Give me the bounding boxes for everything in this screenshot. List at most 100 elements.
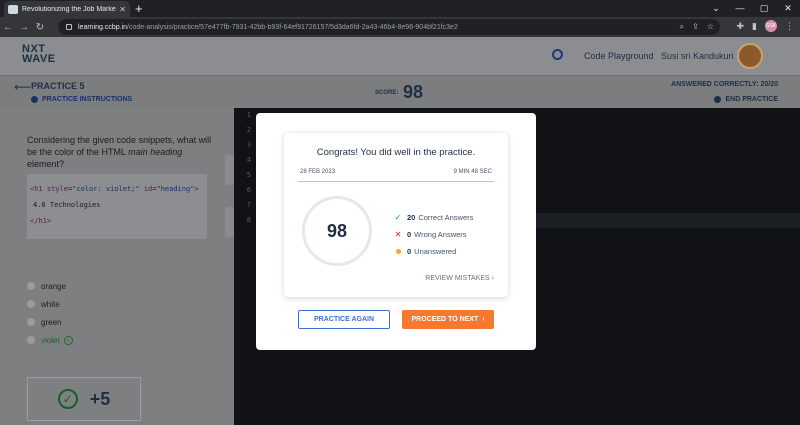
review-mistakes-link[interactable]: REVIEW MISTAKES › <box>425 275 494 282</box>
browser-toolbar: ← → ↻ learning.ccbp.in /code-analysis/pr… <box>0 17 800 37</box>
end-practice-label: END PRACTICE <box>725 96 778 103</box>
option-label: violet <box>41 335 60 345</box>
new-tab-icon[interactable]: + <box>135 1 143 16</box>
forward-icon[interactable]: → <box>16 22 32 33</box>
cross-icon: ✕ <box>394 230 402 239</box>
back-icon[interactable]: ← <box>0 22 16 33</box>
instructions-label: PRACTICE INSTRUCTIONS <box>42 96 133 103</box>
close-icon[interactable]: ✕ <box>119 5 126 14</box>
stat-label: Correct Answers <box>418 213 474 222</box>
radio-icon[interactable] <box>27 336 35 344</box>
code-token: > <box>194 185 199 193</box>
panel-resize-handle[interactable] <box>225 155 234 185</box>
end-practice-button[interactable]: END PRACTICE <box>714 96 778 103</box>
info-icon <box>31 96 38 103</box>
line-number: 8 <box>246 216 251 224</box>
question-panel: Considering the given code snippets, wha… <box>0 108 234 425</box>
reload-icon[interactable]: ↻ <box>32 22 48 33</box>
menu-kebab-icon[interactable]: ⋮ <box>785 21 794 32</box>
radio-icon[interactable] <box>27 282 35 290</box>
stat-label: Unanswered <box>414 247 457 256</box>
option-label: orange <box>41 281 66 291</box>
practice-bar: ⟵ PRACTICE 5 PRACTICE INSTRUCTIONS SCORE… <box>0 75 800 107</box>
maximize-icon[interactable]: ▢ <box>752 2 776 15</box>
option-label: white <box>41 299 60 309</box>
user-name[interactable]: Susi sri Kandukuri <box>661 51 734 61</box>
bookmark-star-icon[interactable]: ☆ <box>707 22 714 32</box>
stat-unanswered: 0 Unanswered <box>394 243 473 260</box>
extensions-icon[interactable]: ✚ <box>737 21 745 32</box>
stop-icon <box>714 96 722 103</box>
sidebar-icon[interactable]: ▮ <box>752 21 757 32</box>
option-orange[interactable]: orange <box>27 277 73 295</box>
proceed-to-next-button[interactable]: PROCEED TO NEXT › <box>402 310 494 329</box>
proceed-label: PROCEED TO NEXT <box>411 316 479 323</box>
code-playground-link[interactable]: Code Playground <box>584 51 654 61</box>
divider <box>298 181 494 182</box>
browser-actions: ✚ ▮ SSK ⋮ <box>737 20 794 32</box>
code-token: style <box>46 185 68 193</box>
stat-count: 0 <box>407 247 412 256</box>
code-line: </h1> <box>30 217 52 225</box>
back-arrow-icon[interactable]: ⟵ <box>14 80 31 94</box>
avatar[interactable] <box>737 43 763 69</box>
result-date: 28 FEB 2023 <box>300 169 336 175</box>
app-header: NXT WAVE Code Playground Susi sri Kanduk… <box>0 37 800 75</box>
score-value: 98 <box>403 82 424 102</box>
stat-correct: ✓ 20 Correct Answers <box>394 209 474 226</box>
result-meta: 28 FEB 2023 9 MIN 48 SEC <box>300 169 492 175</box>
lock-icon[interactable] <box>66 24 72 30</box>
close-window-icon[interactable]: ✕ <box>776 2 800 15</box>
review-mistakes-label: REVIEW MISTAKES <box>425 275 490 282</box>
address-bar[interactable]: learning.ccbp.in /code-analysis/practice… <box>58 19 720 35</box>
line-number-gutter: 1 2 3 4 5 6 7 8 <box>234 108 256 425</box>
result-duration: 9 MIN 48 SEC <box>453 169 492 175</box>
nxtwave-logo[interactable]: NXT WAVE <box>22 44 56 65</box>
code-token: id <box>143 185 153 193</box>
result-stats: ✓ 20 Correct Answers ✕ 0 Wrong Answers 0… <box>394 209 474 260</box>
line-number: 2 <box>246 126 251 134</box>
practice-again-button[interactable]: PRACTICE AGAIN <box>298 310 390 329</box>
check-circle-icon: ✓ <box>57 389 78 409</box>
url-path: /code-analysis/practice/57e477fb-7931-42… <box>127 23 458 31</box>
question-text-part: Considering the given code snippets, wha… <box>27 135 212 157</box>
option-white[interactable]: white <box>27 295 73 313</box>
browser-tab[interactable]: Revolutionizing the Job Market | ✕ <box>4 1 130 17</box>
radio-icon[interactable] <box>27 300 35 308</box>
chevron-right-icon: › <box>480 316 485 323</box>
option-violet[interactable]: violet ✓ <box>27 331 73 349</box>
check-circle-icon: ✓ <box>63 335 73 345</box>
results-modal: Congrats! You did well in the practice. … <box>256 113 536 350</box>
code-line: <h1 style="color: violet;" id="heading"> <box>30 185 199 193</box>
line-number: 1 <box>246 111 251 119</box>
profile-avatar[interactable]: SSK <box>765 20 777 32</box>
share-icon[interactable]: ⇪ <box>692 22 699 32</box>
line-number: 3 <box>246 141 251 149</box>
line-number: 6 <box>246 186 251 194</box>
answer-options: orange white green violet ✓ <box>27 277 73 349</box>
radio-icon[interactable] <box>27 318 35 326</box>
line-number: 5 <box>246 171 251 179</box>
chevron-right-icon: › <box>491 275 494 282</box>
chevron-down-icon[interactable]: ⌄ <box>704 2 728 15</box>
code-snippet: <h1 style="color: violet;" id="heading">… <box>27 174 207 239</box>
google-lens-icon[interactable]: ⌕ <box>680 22 684 32</box>
question-text-part: element? <box>27 159 65 169</box>
tab-strip: Revolutionizing the Job Market | ✕ + ⌄ —… <box>0 0 800 17</box>
browser-window: Revolutionizing the Job Market | ✕ + ⌄ —… <box>0 0 800 425</box>
score-label: SCORE: <box>375 90 399 96</box>
timer-icon[interactable] <box>552 49 563 60</box>
results-card: Congrats! You did well in the practice. … <box>284 133 508 297</box>
points-value: +5 <box>89 388 111 409</box>
score-ring: 98 <box>302 196 372 266</box>
code-line: 4.0 Technologies <box>33 201 101 209</box>
points-earned: ✓ +5 <box>27 377 141 421</box>
panel-collapse-handle[interactable] <box>225 207 234 237</box>
practice-instructions-link[interactable]: PRACTICE INSTRUCTIONS <box>31 96 132 103</box>
line-number: 7 <box>246 201 251 209</box>
dot-icon <box>394 247 402 256</box>
window-controls: ⌄ — ▢ ✕ <box>704 2 800 15</box>
practice-title: PRACTICE 5 <box>31 81 85 91</box>
option-green[interactable]: green <box>27 313 73 331</box>
minimize-icon[interactable]: — <box>728 2 752 15</box>
